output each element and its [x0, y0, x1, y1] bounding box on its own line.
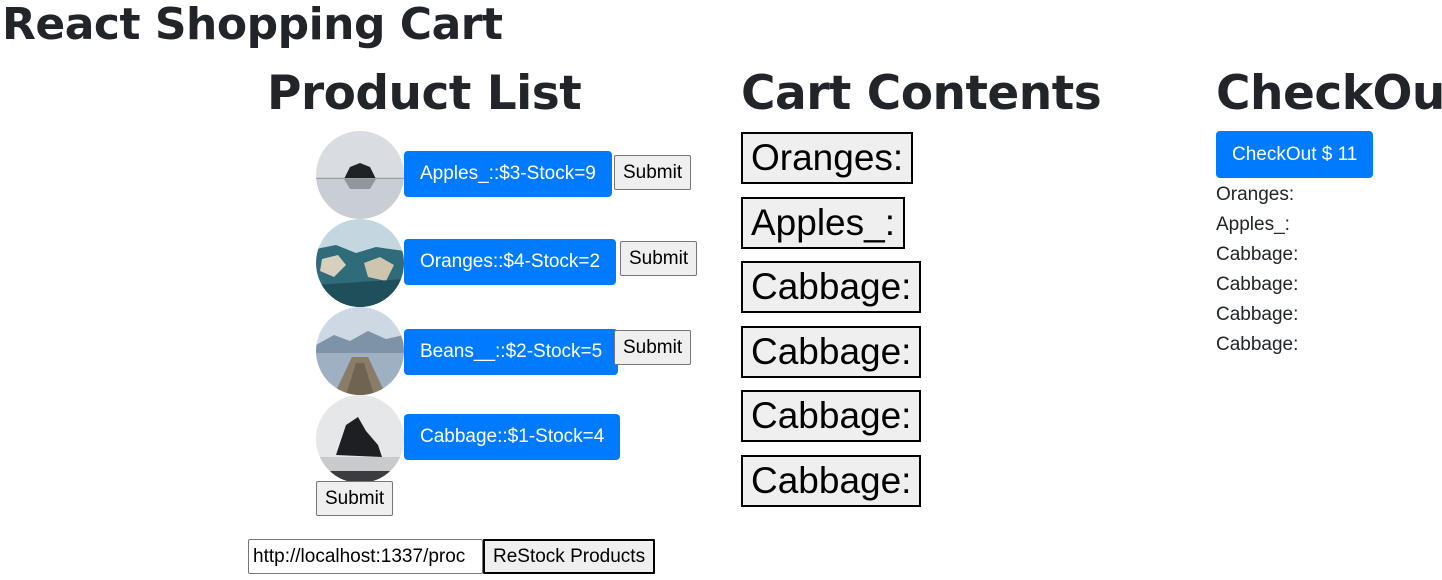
app-title: React Shopping Cart: [2, 0, 503, 50]
submit-button-oranges[interactable]: Submit: [620, 241, 698, 276]
cart-item-cabbage-4[interactable]: Cabbage:: [741, 455, 922, 507]
product-image-pier: [316, 307, 404, 395]
restock-url-input[interactable]: [248, 539, 483, 574]
checkout-item: Cabbage:: [1216, 334, 1299, 355]
checkout-item: Cabbage:: [1216, 244, 1299, 265]
checkout-item: Cabbage:: [1216, 304, 1299, 325]
checkout-item: Oranges:: [1216, 184, 1295, 205]
product-list-heading: Product List: [267, 66, 582, 121]
cart-contents-heading: Cart Contents: [741, 66, 1102, 121]
checkout-button[interactable]: CheckOut $ 11: [1216, 131, 1374, 178]
checkout-heading: CheckOut: [1216, 66, 1442, 121]
cart-item-apples[interactable]: Apples_:: [741, 197, 905, 249]
product-button-apples[interactable]: Apples_::$3-Stock=9: [404, 151, 612, 197]
cart-item-cabbage-3[interactable]: Cabbage:: [741, 390, 922, 442]
checkout-items-list: Oranges: Apples_: Cabbage: Cabbage: Cabb…: [1216, 180, 1298, 360]
cart-item-cabbage-1[interactable]: Cabbage:: [741, 261, 922, 313]
product-button-beans[interactable]: Beans__::$2-Stock=5: [404, 329, 619, 375]
cart-item-cabbage-2[interactable]: Cabbage:: [741, 326, 922, 378]
product-button-oranges[interactable]: Oranges::$4-Stock=2: [404, 239, 617, 285]
product-button-cabbage[interactable]: Cabbage::$1-Stock=4: [404, 414, 621, 460]
restock-products-button[interactable]: ReStock Products: [483, 539, 656, 574]
cart-item-oranges[interactable]: Oranges:: [741, 132, 914, 184]
product-image-dark-rock: [316, 395, 404, 483]
product-image-lake-rock: [316, 131, 404, 219]
submit-button-beans[interactable]: Submit: [614, 330, 692, 365]
submit-button-apples[interactable]: Submit: [614, 155, 692, 190]
submit-button-cabbage[interactable]: Submit: [316, 481, 394, 516]
product-image-coast: [316, 219, 404, 307]
checkout-item: Apples_:: [1216, 214, 1290, 235]
checkout-item: Cabbage:: [1216, 274, 1299, 295]
